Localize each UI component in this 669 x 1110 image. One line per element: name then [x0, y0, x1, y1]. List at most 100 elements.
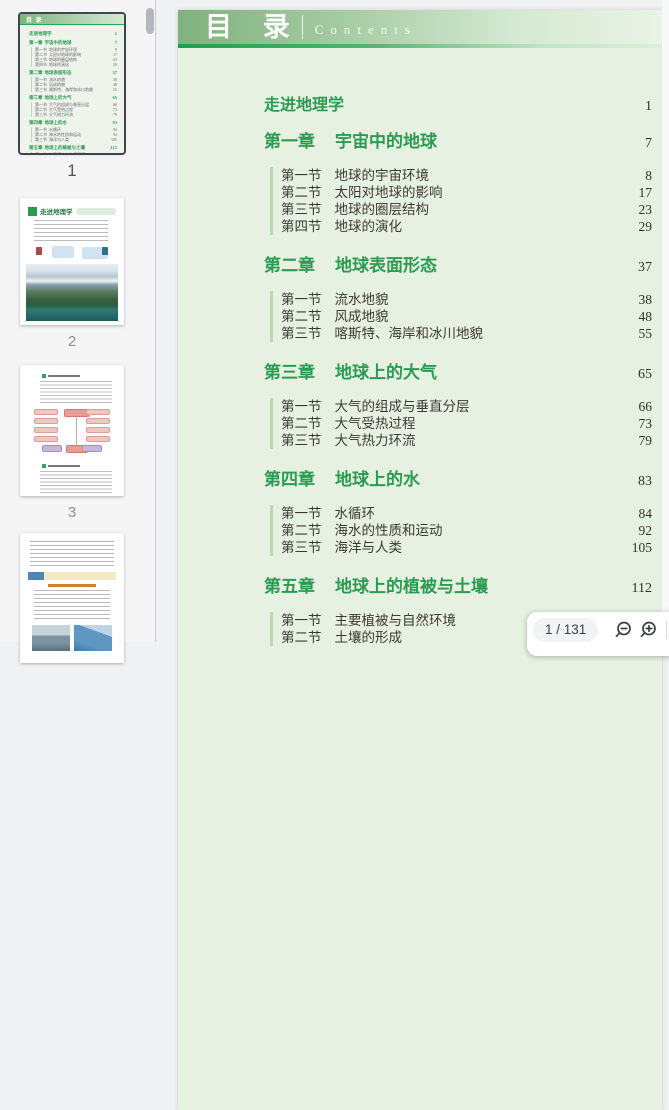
toc-section-row[interactable]: 第二节大气受热过程73	[281, 415, 652, 432]
zoom-out-icon	[613, 620, 633, 640]
toc-chapter-page: 112	[110, 145, 117, 150]
toc-chapter-row[interactable]: 第五章地球上的植被与土壤112	[264, 576, 652, 599]
coast-photo	[74, 625, 112, 651]
toc-section-num: 第一节	[35, 152, 47, 153]
toc-section-num: 第三节	[281, 325, 322, 342]
thumbnail-item-1: 目 录 走进地理学1第一章宇宙中的地球7第一节地球的宇宙环境8第二节太阳对地球的…	[20, 14, 128, 181]
toc-header-band: 目 录 Contents	[178, 10, 662, 44]
page-thumbnail-3[interactable]	[20, 365, 124, 496]
toc-chapter-row[interactable]: 第四章地球上的水83	[264, 469, 652, 492]
mini-section-heading	[42, 464, 124, 468]
toc-chapter-title: 地球上的植被与土壤	[45, 145, 86, 151]
toc-section-title: 喀斯特、海岸和冰川地貌	[49, 87, 93, 92]
thumbnail-label-3: 3	[20, 504, 124, 521]
toc-section-page: 66	[639, 398, 653, 415]
toc-section-row[interactable]: 第二节太阳对地球的影响17	[281, 184, 652, 201]
toc-intro-row[interactable]: 走进地理学1	[264, 96, 652, 116]
toc-section-title: 喀斯特、海岸和冰川地貌	[335, 325, 484, 342]
mini-text-lines	[40, 381, 112, 403]
toc-section-group: 第一节流水地貌38第二节风成地貌48第三节喀斯特、海岸和冰川地貌55	[31, 77, 117, 92]
toc-section-num: 第三节	[281, 201, 322, 218]
toc-section-num: 第一节	[281, 291, 322, 308]
toc-section-num: 第三节	[281, 432, 322, 449]
mini-toc-band: 目 录	[20, 14, 124, 24]
header-divider	[302, 15, 303, 39]
page-thumbnail-1[interactable]: 目 录 走进地理学1第一章宇宙中的地球7第一节地球的宇宙环境8第二节太阳对地球的…	[20, 14, 124, 153]
toc-chapter-num: 第一章	[29, 40, 43, 46]
toc-section-num: 第一节	[281, 398, 322, 415]
toc-section-row: 第四节地球的演化29	[35, 62, 117, 67]
toc-chapter-title: 地球上的植被与土壤	[335, 576, 488, 597]
thumbnail-item-4	[20, 533, 128, 663]
toc-title-cn: 目 录	[205, 10, 302, 44]
toc-section-num: 第二节	[281, 415, 322, 432]
toc-section-page: 55	[639, 325, 653, 342]
toc-section-row[interactable]: 第三节海洋与人类105	[281, 539, 652, 556]
toc-chapter-num: 第一章	[264, 131, 315, 152]
page-thumbnail-2[interactable]: 走进地理学	[20, 198, 124, 325]
pdf-viewer-window: { "viewer": { "toolbar": { "page_indicat…	[0, 0, 669, 642]
toc-chapter-page: 37	[113, 70, 118, 75]
toc-chapter-num: 第二章	[264, 255, 315, 276]
toc-title-en: Contents	[315, 22, 417, 38]
mini-flow-diagram	[28, 405, 116, 455]
zoom-out-button[interactable]	[610, 618, 635, 642]
toc-section-num: 第三节	[35, 87, 47, 92]
toc-section-row[interactable]: 第三节大气热力环流79	[281, 432, 652, 449]
toc-section-group: 第一节水循环84第二节海水的性质和运动92第三节海洋与人类105	[31, 127, 117, 142]
toc-section-row[interactable]: 第二节风成地貌48	[281, 308, 652, 325]
toc-section-row[interactable]: 第四节地球的演化29	[281, 218, 652, 235]
toc-section-page: 113	[111, 152, 117, 153]
toc-chapter-row[interactable]: 第二章地球表面形态37	[264, 255, 652, 278]
toolbar-divider	[666, 621, 667, 639]
toc-chapter-page: 7	[645, 133, 652, 154]
toc-section-row[interactable]: 第一节地球的宇宙环境8	[281, 167, 652, 184]
toc-section-row[interactable]: 第三节喀斯特、海岸和冰川地貌 55	[281, 325, 652, 342]
page-thumbnail-4[interactable]	[20, 533, 124, 663]
toc-section-title: 地球的圈层结构	[335, 201, 430, 218]
toc-section-row[interactable]: 第一节水循环84	[281, 505, 652, 522]
toc-chapter-num: 第三章	[264, 362, 315, 383]
zoom-in-icon	[638, 620, 658, 640]
toc-section-row[interactable]: 第二节海水的性质和运动92	[281, 522, 652, 539]
toc-section-page: 8	[645, 167, 652, 184]
mountain-lake-photo	[26, 264, 118, 321]
zoom-in-button[interactable]	[635, 618, 660, 642]
toc-intro-row: 走进地理学1	[29, 31, 117, 37]
toc-section-page: 23	[639, 201, 653, 218]
toc-section-page: 105	[111, 137, 117, 142]
scrollbar-track[interactable]	[662, 0, 669, 642]
toc-section-num: 第四节	[281, 218, 322, 235]
toc-section-title: 水循环	[335, 505, 376, 522]
toc-section-row[interactable]: 第一节流水地貌38	[281, 291, 652, 308]
toc-chapter-page: 112	[632, 578, 652, 599]
toc-section-num: 第二节	[281, 308, 322, 325]
page-indicator[interactable]: 1 / 131	[533, 618, 598, 642]
toc-intro-page: 1	[115, 31, 117, 36]
toc-section-title: 主要植被与自然环境	[335, 612, 457, 629]
toc-chapter-num: 第二章	[29, 70, 43, 76]
mini-box-title-line	[48, 584, 96, 587]
toc-chapter-title: 地球表面形态	[45, 70, 72, 76]
toc-section-page: 92	[639, 522, 653, 539]
sidebar-scrollbar[interactable]	[146, 8, 154, 34]
toc-section-title: 大气受热过程	[335, 415, 416, 432]
toc-chapter-title: 地球上的水	[335, 469, 420, 490]
toc-chapter-num: 第四章	[29, 120, 43, 126]
toc-chapter-row[interactable]: 第三章地球上的大气65	[264, 362, 652, 385]
toc-section-row[interactable]: 第三节地球的圈层结构 23	[281, 201, 652, 218]
mini-text-lines	[40, 471, 112, 495]
toc-section-title: 风成地貌	[335, 308, 389, 325]
toc-section-title: 大气热力环流	[335, 432, 416, 449]
toc-section-title: 主要植被与自然环境	[49, 152, 85, 153]
toc-chapter-title: 地球上的大气	[45, 95, 72, 101]
toc-section-group: 第一节大气的组成与垂直分层66第二节大气受热过程73第三节大气热力环流79	[31, 102, 117, 117]
toc-section-num: 第三节	[35, 137, 47, 142]
toc-section-group: 第一节大气的组成与垂直分层66第二节大气受热过程73第三节大气热力环流79	[270, 398, 652, 449]
toc-section-row: 第三节大气热力环流79	[35, 112, 117, 117]
mini-toc-title: 目 录	[26, 15, 43, 24]
toc-section-group: 第一节主要植被与自然环境113第二节土壤的形成	[31, 152, 117, 153]
mini-intro-title: 走进地理学	[40, 206, 73, 216]
toc-chapter-row[interactable]: 第一章宇宙中的地球7	[264, 131, 652, 154]
toc-section-row[interactable]: 第一节大气的组成与垂直分层66	[281, 398, 652, 415]
